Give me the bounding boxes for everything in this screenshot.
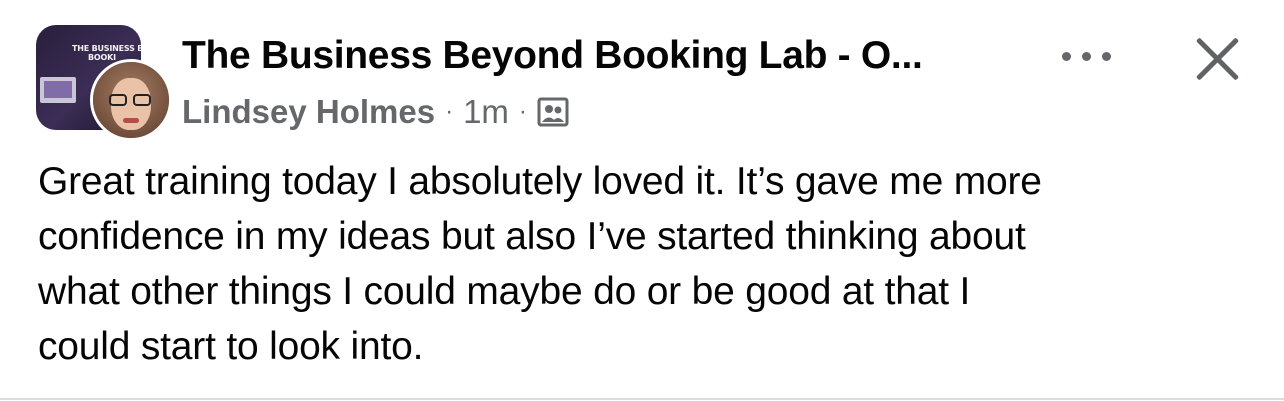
divider <box>0 398 1284 400</box>
close-icon[interactable] <box>1192 34 1242 84</box>
post-time[interactable]: 1m <box>463 93 509 131</box>
group-thumbnail-text-2: BOOKI <box>88 53 116 62</box>
post-avatar-group[interactable]: THE BUSINESS BEYO BOOKI <box>36 25 172 141</box>
post-body: Great training today I absolutely loved … <box>38 154 1258 374</box>
meta-separator: · <box>445 98 454 125</box>
post-body-line: what other things I could maybe do or be… <box>38 270 971 313</box>
author-name[interactable]: Lindsey Holmes <box>182 93 435 131</box>
group-thumbnail-text: THE BUSINESS BEYO <box>72 44 141 53</box>
meta-separator-2: · <box>518 98 527 125</box>
laptop-graphic <box>40 77 76 103</box>
avatar-lips <box>123 118 139 123</box>
post-body-line: confidence in my ideas but also I’ve sta… <box>38 215 1026 258</box>
avatar-glasses <box>109 94 153 106</box>
group-name[interactable]: The Business Beyond Booking Lab - O... <box>182 33 923 79</box>
group-audience-icon <box>537 97 569 127</box>
post-meta: Lindsey Holmes · 1m · <box>182 92 569 132</box>
more-options-icon[interactable] <box>1058 46 1114 66</box>
author-avatar[interactable] <box>90 59 172 141</box>
post-body-line: could start to look into. <box>38 325 424 368</box>
post-card: THE BUSINESS BEYO BOOKI The Business Bey… <box>0 0 1284 401</box>
post-body-line: Great training today I absolutely loved … <box>38 160 1042 203</box>
